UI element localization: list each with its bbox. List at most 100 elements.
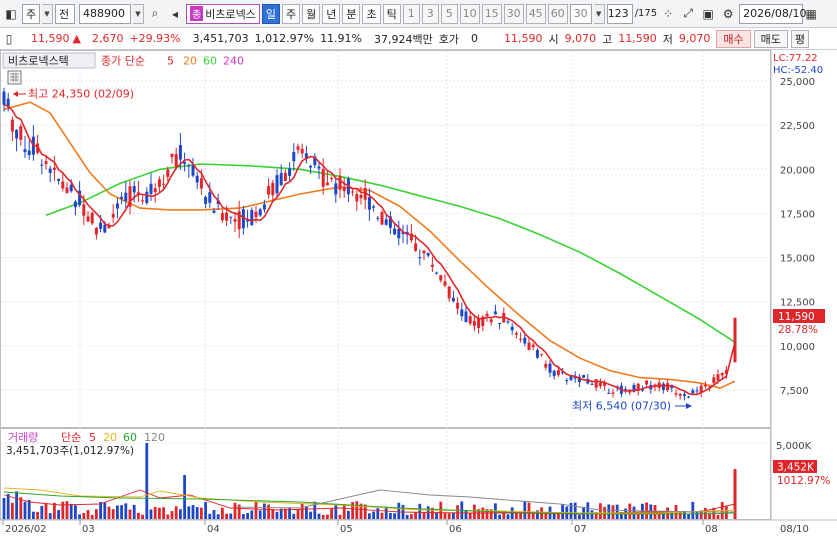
price-panel bbox=[0, 50, 771, 428]
minute-value-select[interactable]: 30 bbox=[569, 3, 592, 24]
volume-bar bbox=[372, 511, 375, 519]
date-input[interactable]: 2026/08/10 bbox=[739, 3, 807, 24]
period-month-button[interactable]: 월 bbox=[302, 3, 321, 24]
volume-bar bbox=[380, 512, 384, 519]
grid-dots-icon[interactable]: ⁘ bbox=[659, 4, 677, 24]
candle-body bbox=[19, 126, 23, 140]
candle-body bbox=[162, 183, 166, 185]
volume-bar bbox=[23, 501, 27, 519]
candle-body bbox=[611, 392, 615, 394]
candle-body bbox=[594, 379, 598, 388]
save-icon[interactable]: ▣ bbox=[699, 4, 717, 24]
candle-body bbox=[204, 197, 208, 204]
crosshair-icon[interactable]: ⤢ bbox=[679, 4, 697, 24]
calendar-icon[interactable]: ▦ bbox=[805, 4, 817, 24]
volume-bar bbox=[162, 507, 165, 519]
eval-button[interactable]: 평 bbox=[790, 29, 809, 48]
sell-button[interactable]: 매도 bbox=[753, 29, 788, 48]
stock-name-field[interactable]: 종 비츠로넥스 bbox=[186, 3, 260, 24]
code-input[interactable]: 488900 bbox=[79, 3, 131, 24]
minute-5-button[interactable]: 5 bbox=[440, 3, 458, 24]
candle-body bbox=[15, 129, 19, 139]
volume-bar bbox=[74, 505, 77, 519]
volume-bar bbox=[586, 502, 590, 519]
date-axis-tick: 2026/02 bbox=[5, 524, 47, 535]
period-tick-button[interactable]: 틱 bbox=[382, 3, 401, 24]
volume-bar bbox=[57, 509, 60, 519]
candle-body bbox=[86, 216, 90, 222]
volume-ma-120: 120 bbox=[144, 431, 165, 444]
volume-bar bbox=[132, 504, 136, 519]
volume-ma-20: 20 bbox=[103, 431, 117, 444]
quote-chart-icon[interactable]: ▯ bbox=[0, 30, 18, 48]
volume-bar bbox=[174, 506, 178, 519]
volume-bar bbox=[300, 503, 304, 519]
magnifier-icon[interactable]: ⌕ bbox=[146, 4, 164, 24]
candle-body bbox=[10, 119, 14, 132]
last-candle-body bbox=[733, 317, 737, 363]
period-minute-button[interactable]: 분 bbox=[342, 3, 361, 24]
candle-body bbox=[40, 164, 44, 166]
volume-bar bbox=[107, 506, 111, 519]
volume-bar bbox=[321, 514, 325, 519]
market-select[interactable]: 주 bbox=[22, 3, 40, 24]
market-dropdown-icon[interactable]: ▼ bbox=[42, 3, 53, 24]
volume-bar bbox=[384, 506, 388, 519]
volume-bar bbox=[326, 514, 329, 519]
period-day-button[interactable]: 일 bbox=[261, 3, 280, 24]
volume-info: 3,451,703주(1,012.97%) bbox=[6, 445, 134, 457]
candle-body bbox=[73, 201, 77, 208]
candle-body bbox=[174, 153, 178, 167]
open-label: 시 bbox=[548, 32, 559, 46]
minute-dropdown-icon[interactable]: ▼ bbox=[593, 3, 605, 24]
volume-bar bbox=[342, 504, 346, 519]
candle-body bbox=[523, 337, 527, 344]
candle-body bbox=[426, 252, 430, 256]
last-price-label: 11,590 bbox=[778, 311, 815, 323]
minute-45-button[interactable]: 45 bbox=[525, 3, 546, 24]
volume-bar bbox=[275, 511, 279, 519]
minute-15-button[interactable]: 15 bbox=[481, 3, 502, 24]
count-input[interactable]: 123 bbox=[606, 3, 633, 24]
code-dropdown-icon[interactable]: ▼ bbox=[133, 3, 144, 24]
buy-button[interactable]: 매수 bbox=[716, 29, 751, 48]
volume-bar bbox=[258, 510, 262, 519]
volume-bar bbox=[187, 506, 191, 519]
period-year-button[interactable]: 년 bbox=[322, 3, 341, 24]
speaker-icon[interactable]: ◂ bbox=[166, 4, 184, 24]
gear-icon[interactable]: ⚙ bbox=[719, 4, 737, 24]
volume-bar bbox=[233, 502, 237, 519]
minute-10-button[interactable]: 10 bbox=[459, 3, 480, 24]
chart-type-icon[interactable]: ◧ bbox=[2, 4, 20, 24]
candle-body bbox=[334, 183, 338, 195]
price-chart[interactable]: 비츠로넥스텍 종가 단순 5 20 60 240 최고 24,350 (02/0… bbox=[0, 50, 837, 540]
candle-body bbox=[443, 281, 447, 286]
turnover-rate: 11.91% bbox=[320, 32, 363, 45]
candle-body bbox=[691, 390, 695, 394]
candle-body bbox=[48, 168, 52, 173]
minute-1-button[interactable]: 1 bbox=[402, 3, 420, 24]
minute-60-button[interactable]: 60 bbox=[547, 3, 568, 24]
volume-bar bbox=[309, 511, 312, 519]
candle-body bbox=[397, 228, 401, 239]
candle-body bbox=[124, 192, 128, 202]
volume-bar bbox=[179, 509, 182, 519]
minute-3-button[interactable]: 3 bbox=[421, 3, 439, 24]
volume-bar bbox=[65, 501, 69, 519]
candle-body bbox=[489, 319, 493, 323]
period-second-button[interactable]: 초 bbox=[362, 3, 381, 24]
table-toggle-icon[interactable] bbox=[7, 70, 22, 85]
period-week-button[interactable]: 주 bbox=[281, 3, 301, 24]
volume-bar bbox=[86, 510, 90, 519]
candle-body bbox=[267, 186, 271, 195]
candle-body bbox=[309, 165, 313, 168]
volume-ratio: 1,012.97% bbox=[254, 32, 315, 45]
volume-bar bbox=[95, 509, 98, 519]
period-type-select[interactable]: 전 bbox=[55, 3, 75, 24]
candle-body bbox=[82, 204, 86, 216]
volume-bar bbox=[447, 513, 451, 519]
candle-body bbox=[414, 243, 418, 251]
top-toolbar: ◧ 주 ▼ 전 488900 ▼ ⌕ ◂ 종 비츠로넥스 일 주 월 년 분 초… bbox=[0, 0, 837, 28]
minute-30-button[interactable]: 30 bbox=[503, 3, 524, 24]
lc-label: LC:77.22 bbox=[773, 53, 818, 64]
